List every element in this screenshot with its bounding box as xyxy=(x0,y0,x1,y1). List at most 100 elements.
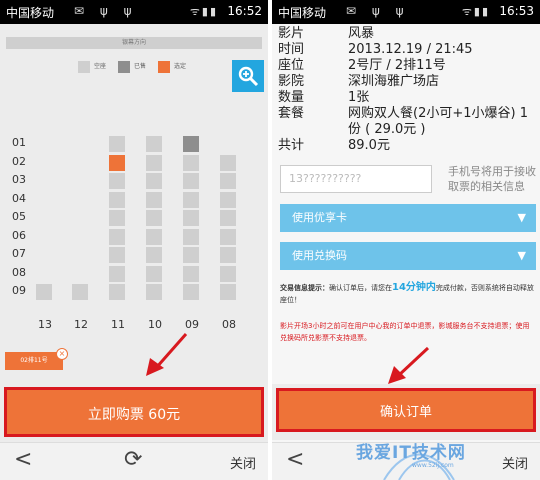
use-coupon-card-button[interactable]: 使用优享卡 ▼ xyxy=(280,204,536,232)
seat-available[interactable] xyxy=(109,191,125,208)
close-button[interactable]: 关闭 xyxy=(230,453,256,472)
seat-available[interactable] xyxy=(146,247,162,263)
buy-now-button[interactable]: 立即购票 60元 xyxy=(4,387,264,437)
row-label: 01 xyxy=(12,136,26,149)
seat-available[interactable] xyxy=(109,228,125,245)
red-arrow-icon xyxy=(388,346,430,384)
order-row-time: 时间 2013.12.19 / 21:45 xyxy=(278,42,534,58)
order-value: 风暴 xyxy=(348,26,375,41)
signal-icon: ᯤ▮▮ xyxy=(189,5,218,18)
seat-available[interactable] xyxy=(183,284,199,300)
carrier-label: 中国移动 xyxy=(6,6,55,20)
legend-sold-label: 已售 xyxy=(134,63,147,70)
seat-available[interactable] xyxy=(146,228,162,245)
seat-available[interactable] xyxy=(220,247,236,263)
order-key: 影院 xyxy=(278,74,305,89)
seat-available[interactable] xyxy=(146,173,162,189)
selected-seat-tag: 02排11号 xyxy=(5,352,63,370)
row-label: 09 xyxy=(12,284,26,297)
order-value: 1张 xyxy=(348,90,370,105)
seat-available[interactable] xyxy=(183,247,199,263)
seat-available[interactable] xyxy=(183,228,199,245)
back-icon[interactable]: < xyxy=(286,447,304,472)
phone-note: 手机号将用于接收取票的相关信息 xyxy=(448,165,536,193)
order-row-quantity: 数量 1张 xyxy=(278,90,534,106)
column-label: 12 xyxy=(74,318,88,331)
signal-icon: ᯤ▮▮ xyxy=(461,5,490,18)
watermark-text: 我爱IT技术网 xyxy=(356,443,466,463)
seat-available[interactable] xyxy=(146,191,162,208)
seat-available[interactable] xyxy=(183,173,199,189)
status-bar: 中国移动 ✉ ψ ψ ᯤ▮▮ 16:53 xyxy=(272,0,540,24)
legend-sold-swatch xyxy=(118,60,130,73)
seat-available[interactable] xyxy=(183,154,199,171)
seat-selected[interactable] xyxy=(109,154,125,171)
seat-available[interactable] xyxy=(220,284,236,300)
row-label: 08 xyxy=(12,265,26,279)
remove-seat-icon[interactable]: × xyxy=(56,348,68,360)
refresh-icon[interactable]: ⟳ xyxy=(124,447,142,472)
tips-text-before: 确认订单后，请您在 xyxy=(329,284,392,292)
seat-available[interactable] xyxy=(109,210,125,226)
legend-sold: 已售 xyxy=(118,60,146,74)
seat-available[interactable] xyxy=(146,265,162,282)
seat-available[interactable] xyxy=(146,210,162,226)
seat-available[interactable] xyxy=(146,154,162,171)
row-label: 06 xyxy=(12,228,26,242)
seat-available[interactable] xyxy=(72,284,88,300)
tips-title: 交易信息提示： xyxy=(280,284,329,292)
order-key: 时间 xyxy=(278,42,305,57)
order-key: 数量 xyxy=(278,90,305,105)
seat-sold xyxy=(183,136,199,152)
order-value: 2013.12.19 / 21:45 xyxy=(348,42,473,57)
order-row-cinema: 影院 深圳海雅广场店 xyxy=(278,74,534,90)
seat-available[interactable] xyxy=(220,173,236,189)
column-label: 10 xyxy=(148,318,162,331)
chevron-down-icon: ▼ xyxy=(517,249,526,262)
seat-available[interactable] xyxy=(146,136,162,152)
notification-icons: ✉ ψ ψ xyxy=(74,4,138,18)
order-value: 2号厅 / 2排11号 xyxy=(348,58,446,73)
seat-available[interactable] xyxy=(146,284,162,300)
confirm-order-button[interactable]: 确认订单 xyxy=(276,388,536,432)
zoom-in-icon xyxy=(238,66,259,87)
order-confirmation-screen: 中国移动 ✉ ψ ψ ᯤ▮▮ 16:53 影片 风暴 时间 2013.12.19 /… xyxy=(272,0,540,480)
use-redeem-code-button[interactable]: 使用兑换码 ▼ xyxy=(280,242,536,270)
order-key: 套餐 xyxy=(278,106,305,121)
order-key: 座位 xyxy=(278,58,305,73)
back-icon[interactable]: < xyxy=(14,447,32,472)
watermark-url: www.52ij.com xyxy=(412,462,454,469)
seat-available[interactable] xyxy=(183,191,199,208)
row-label: 04 xyxy=(12,191,26,205)
seat-available[interactable] xyxy=(183,210,199,226)
order-value: 深圳海雅广场店 xyxy=(348,74,440,89)
seat-available[interactable] xyxy=(109,284,125,300)
seat-available[interactable] xyxy=(109,247,125,263)
carrier-label: 中国移动 xyxy=(278,6,327,20)
zoom-in-button[interactable] xyxy=(232,60,264,92)
seat-available[interactable] xyxy=(220,265,236,282)
phone-number-input[interactable]: 13?????????? xyxy=(280,165,432,193)
red-arrow-icon xyxy=(146,333,188,376)
row-label: 03 xyxy=(12,173,26,186)
seat-available[interactable] xyxy=(220,191,236,208)
seat-available[interactable] xyxy=(109,136,125,152)
legend-empty-swatch xyxy=(78,60,90,73)
legend-selected-swatch xyxy=(158,60,170,73)
seat-available[interactable] xyxy=(36,284,52,300)
row-label: 05 xyxy=(12,210,26,223)
legend-empty-label: 空座 xyxy=(94,63,107,70)
seat-available[interactable] xyxy=(109,265,125,282)
browser-nav-bar: < ⟳ 关闭 xyxy=(0,442,268,480)
order-key: 共计 xyxy=(278,138,305,153)
row-label: 07 xyxy=(12,247,26,260)
seat-available[interactable] xyxy=(220,228,236,245)
transaction-tips: 交易信息提示：确认订单后，请您在14分钟内完成付款，否则系统将自动释放座位！ xyxy=(280,282,536,306)
order-row-combo: 套餐 网购双人餐(2小可+1小爆谷) 1份 ( 29.0元 ) xyxy=(278,106,534,138)
seat-available[interactable] xyxy=(220,154,236,171)
seat-available[interactable] xyxy=(109,173,125,189)
clock: 16:53 xyxy=(499,4,534,18)
seat-available[interactable] xyxy=(183,265,199,282)
tips-time-limit: 14分钟内 xyxy=(392,282,436,293)
seat-available[interactable] xyxy=(220,210,236,226)
